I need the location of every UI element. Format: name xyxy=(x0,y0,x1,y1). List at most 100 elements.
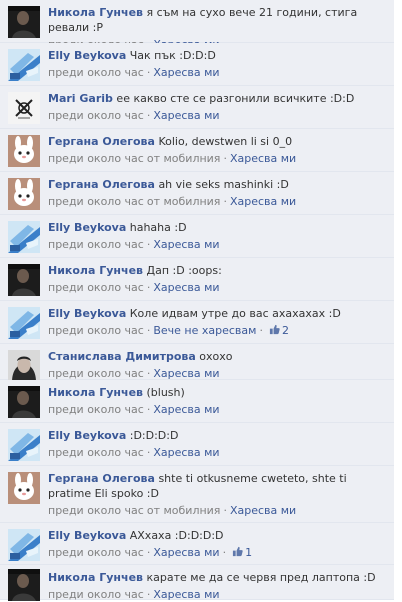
comment-author-link[interactable]: Elly Beykova xyxy=(48,307,126,320)
comment-text: охохо xyxy=(199,350,233,363)
like-button[interactable]: Харесва ми xyxy=(153,367,219,380)
comment-author-link[interactable]: Никола Гунчев xyxy=(48,6,143,19)
comment-timestamp[interactable]: преди около час xyxy=(48,367,144,380)
avatar[interactable] xyxy=(8,92,40,124)
comment-timestamp[interactable]: преди около час xyxy=(48,504,144,517)
comment-item: Mari Garib ее какво сте се разгонили вси… xyxy=(0,86,394,129)
comment-item: Elly Beykova :D:D:D:D преди около час · Хар… xyxy=(0,423,394,466)
comment-author-link[interactable]: Никола Гунчев xyxy=(48,571,143,584)
like-button[interactable]: Харесва ми xyxy=(153,238,219,251)
comment-timestamp[interactable]: преди около час xyxy=(48,588,144,601)
comment-item: Никола Гунчев карате ме да се червя пред… xyxy=(0,565,394,601)
comment-meta: преди около час·Харесва ми xyxy=(48,402,388,417)
avatar[interactable] xyxy=(8,429,40,461)
like-button[interactable]: Харесва ми xyxy=(230,195,296,208)
separator: · xyxy=(146,546,151,559)
comment-meta: преди около час от мобилния · Харесва ми xyxy=(48,503,388,518)
comment-author-link[interactable]: Elly Beykova xyxy=(48,221,126,234)
comment-item: Никола Гунчев (blush) преди около час · Хар… xyxy=(0,380,394,423)
like-button[interactable]: Харесва ми xyxy=(230,504,296,517)
separator: · xyxy=(146,588,151,601)
like-button[interactable]: Харесва ми xyxy=(153,403,219,416)
comment-author-link[interactable]: Гергана Олегова xyxy=(48,135,155,148)
separator: · xyxy=(146,324,151,337)
comment-item: Станислава Димитрова охохо преди около ча… xyxy=(0,344,394,380)
avatar[interactable] xyxy=(8,529,40,561)
avatar[interactable] xyxy=(8,178,40,210)
like-button[interactable]: Харесва ми xyxy=(153,66,219,79)
comment-author-link[interactable]: Гергана Олегова xyxy=(48,178,155,191)
comment-timestamp[interactable]: преди около час xyxy=(48,152,144,165)
via-mobile-label: от мобилния xyxy=(146,152,221,165)
avatar[interactable] xyxy=(8,49,40,81)
comment-text: Kolio, dewstwen li si 0_0 xyxy=(158,135,293,148)
comment-timestamp[interactable]: преди около час xyxy=(48,109,144,122)
comment-item: Гергана Олегова shte ti otkusneme cwetet… xyxy=(0,466,394,523)
comment-timestamp[interactable]: преди около час xyxy=(48,195,144,208)
separator: · xyxy=(222,546,227,559)
comment-text: Дап :D :oops: xyxy=(146,264,222,277)
comment-text: АХхаха :D:D:D:D xyxy=(129,529,224,542)
avatar[interactable] xyxy=(8,6,40,38)
like-button[interactable]: Вече не харесвам xyxy=(153,324,256,337)
comment-item: Гергана Олегова ah vie seks mashinki :D п… xyxy=(0,172,394,215)
separator: · xyxy=(146,66,151,79)
like-button[interactable]: Харесва ми xyxy=(153,281,219,294)
comment-author-link[interactable]: Elly Beykova xyxy=(48,49,126,62)
avatar[interactable] xyxy=(8,472,40,504)
separator: · xyxy=(259,324,263,337)
comment-meta: преди около час·Харесва ми xyxy=(48,65,388,80)
avatar[interactable] xyxy=(8,264,40,296)
like-count[interactable]: 1 xyxy=(245,546,252,559)
like-button[interactable]: Харесва ми xyxy=(153,546,219,559)
separator: · xyxy=(146,446,151,459)
comment-text: :D:D:D:D xyxy=(129,429,179,442)
like-button[interactable]: Харесва ми xyxy=(153,588,219,601)
like-count[interactable]: 2 xyxy=(282,324,289,337)
avatar[interactable] xyxy=(8,221,40,253)
comment-timestamp[interactable]: преди около час xyxy=(48,66,144,79)
via-mobile-label: от мобилния xyxy=(146,195,221,208)
avatar[interactable] xyxy=(8,135,40,167)
comment-item: Elly Beykova hahaha :D преди около час · Ха… xyxy=(0,215,394,258)
like-button[interactable]: Харесва ми xyxy=(153,109,219,122)
thumbs-up-icon[interactable] xyxy=(232,546,243,559)
avatar[interactable] xyxy=(8,569,40,601)
comment-author-link[interactable]: Elly Beykova xyxy=(48,529,126,542)
comment-timestamp[interactable]: преди около час xyxy=(48,238,144,251)
comment-timestamp[interactable]: преди около час xyxy=(48,281,144,294)
thumbs-up-icon[interactable] xyxy=(269,324,280,337)
comment-timestamp[interactable]: преди около час xyxy=(48,324,144,337)
comment-author-link[interactable]: Гергана Олегова xyxy=(48,472,155,485)
like-button[interactable]: Харесва ми xyxy=(153,446,219,459)
comment-meta: преди около час·Харесва ми xyxy=(48,366,388,381)
comment-timestamp[interactable]: преди около час xyxy=(48,403,144,416)
comment-meta: преди около час·Харесва ми xyxy=(48,280,388,295)
comment-text: ее какво сте се разгонили всичките :D:D xyxy=(116,92,355,105)
comment-author-link[interactable]: Никола Гунчев xyxy=(48,264,143,277)
avatar[interactable] xyxy=(8,386,40,418)
avatar[interactable] xyxy=(8,307,40,339)
comment-item: Никола Гунчев я съм на сухо вече 21 годи… xyxy=(0,0,394,51)
comment-text: Чак пък :D:D:D xyxy=(129,49,216,62)
comment-meta: преди около час·Харесва ми xyxy=(48,237,388,252)
separator: · xyxy=(223,504,227,517)
comment-meta: преди около час·Харесва ми xyxy=(48,445,388,460)
separator: · xyxy=(146,109,151,122)
comment-author-link[interactable]: Elly Beykova xyxy=(48,429,126,442)
via-mobile-label: от мобилния xyxy=(146,504,221,517)
comment-author-link[interactable]: Станислава Димитрова xyxy=(48,350,196,363)
avatar[interactable] xyxy=(8,350,40,382)
comment-meta: преди около час от мобилния · Харесва ми xyxy=(48,194,388,209)
comment-timestamp[interactable]: преди около час xyxy=(48,546,144,559)
comment-text: ah vie seks mashinki :D xyxy=(158,178,289,191)
separator: · xyxy=(146,367,151,380)
comment-timestamp[interactable]: преди около час xyxy=(48,446,144,459)
separator: · xyxy=(223,152,227,165)
comment-text: Коле идвам утре до вас ахахахах :D xyxy=(129,307,341,320)
comment-author-link[interactable]: Mari Garib xyxy=(48,92,113,105)
comment-item: Никола Гунчев Дап :D :oops: преди около ч… xyxy=(0,258,394,301)
comment-text: hahaha :D xyxy=(129,221,187,234)
like-button[interactable]: Харесва ми xyxy=(230,152,296,165)
comment-author-link[interactable]: Никола Гунчев xyxy=(48,386,143,399)
